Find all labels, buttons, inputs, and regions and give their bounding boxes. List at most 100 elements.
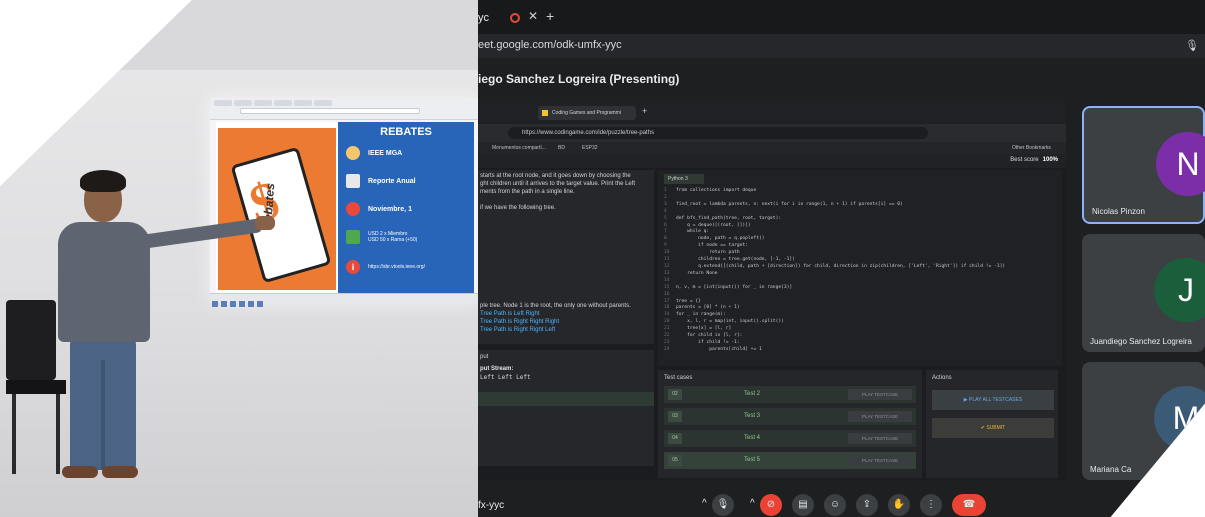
test-case-number: 02 bbox=[668, 389, 682, 400]
presenter bbox=[50, 170, 275, 490]
browser-tabstrip: yc ✕ + bbox=[478, 0, 1205, 34]
close-tab-icon[interactable]: ✕ bbox=[528, 9, 538, 23]
submit-label: SUBMIT bbox=[986, 425, 1006, 431]
test-case-number: 05 bbox=[668, 455, 682, 466]
output-panel: put put Stream: Left Left Left bbox=[478, 350, 654, 466]
participant-name: Mariana Ca bbox=[1090, 465, 1132, 474]
output-label: put bbox=[480, 354, 489, 360]
code-line: 2 bbox=[664, 194, 667, 200]
test-case-number: 03 bbox=[668, 411, 682, 422]
language-tab: Python 3 bbox=[664, 174, 704, 184]
shoe bbox=[102, 466, 138, 478]
money-icon bbox=[346, 230, 360, 244]
participant-tile[interactable]: J Juandiego Sanchez Logreira bbox=[1082, 234, 1205, 352]
test-case-name: Test 5 bbox=[744, 457, 761, 463]
bookmarks-bar: Monumentos compartí... BD ESP32 Other Bo… bbox=[478, 142, 1066, 154]
code-line: 4 bbox=[664, 208, 667, 214]
code-line: 22 for child in [l, r]: bbox=[664, 333, 743, 339]
info-icon: i bbox=[346, 260, 360, 274]
actions-title: Actions bbox=[932, 375, 952, 381]
code-line: 3 find_root = lambda parents, n: next(i f… bbox=[664, 201, 903, 207]
slide-row: IEEE MGA bbox=[346, 146, 402, 160]
code-line: 1 from collections import deque bbox=[664, 188, 757, 193]
test-case-number: 04 bbox=[668, 433, 682, 444]
presenter-legs bbox=[70, 340, 136, 470]
output-value: Left Left Left bbox=[480, 374, 531, 381]
camera-off-button[interactable]: ⊘ bbox=[760, 494, 782, 516]
code-editor: Python 3 1 from collections import deque 2… bbox=[658, 170, 1062, 366]
code-line: 15 n, v, m = [int(input()) for _ in range… bbox=[664, 284, 793, 290]
play-testcase-button: PLAY TESTCASE bbox=[848, 389, 912, 400]
play-testcase-button: PLAY TESTCASE bbox=[848, 433, 912, 444]
slide-row: Noviembre, 1 bbox=[346, 202, 412, 216]
shared-tabbar: Coding Games and Programmi + bbox=[478, 100, 1066, 124]
code-line: 16 bbox=[664, 291, 670, 297]
report-icon bbox=[346, 174, 360, 188]
play-all-testcases-button: ▶ PLAY ALL TESTCASES bbox=[932, 390, 1054, 410]
statement-line: Tree Path is Left Right bbox=[480, 311, 540, 317]
bookmark-item: Monumentos compartí... bbox=[492, 145, 546, 151]
code-line: 21 tree[x] = [l, r] bbox=[664, 326, 732, 332]
hang-up-button[interactable]: ☎ bbox=[952, 494, 986, 516]
code-line: 12 q.extend([(child, path + [direction])… bbox=[664, 263, 1006, 269]
projected-browser-chrome bbox=[210, 98, 480, 120]
test-case-row: 02 Test 2 PLAY TESTCASE bbox=[664, 386, 916, 403]
presenter-title: iego Sanchez Logreira (Presenting) bbox=[478, 72, 680, 86]
meet-tab[interactable]: yc bbox=[478, 12, 489, 24]
participant-tile[interactable]: M Mariana Ca bbox=[1082, 362, 1205, 480]
code-line: 14 bbox=[664, 277, 670, 283]
statement-line: Tree Path is Right Right Left bbox=[480, 327, 556, 333]
composite-image: $ Rebates REBATES IEEE MGA Reporte Anual bbox=[0, 0, 1205, 517]
code-line: 23 if child != -1: bbox=[664, 339, 740, 345]
slide-title: REBATES bbox=[380, 126, 432, 138]
rebates-sign: $ Rebates bbox=[230, 146, 332, 284]
shared-screen: Coding Games and Programmi + https://www… bbox=[478, 100, 1066, 480]
presenter-hand bbox=[255, 216, 275, 230]
raise-hand-button[interactable]: ✋ bbox=[888, 494, 910, 516]
present-screen-button[interactable]: ⇪ bbox=[856, 494, 878, 516]
projector-screen: $ Rebates REBATES IEEE MGA Reporte Anual bbox=[210, 98, 480, 307]
new-tab-icon[interactable]: + bbox=[546, 8, 554, 24]
test-case-row: 04 Test 4 PLAY TESTCASE bbox=[664, 430, 916, 447]
statement-line: starts at the root node, and it goes dow… bbox=[480, 173, 631, 179]
chevron-up-icon[interactable]: ^ bbox=[702, 498, 707, 509]
slide-row: i https://sbr.vtools.ieee.org/ bbox=[346, 260, 425, 274]
emoji-button[interactable]: ☺ bbox=[824, 494, 846, 516]
test-case-name: Test 3 bbox=[744, 413, 761, 419]
code-line: 5 def bfs_find_path(tree, root, target): bbox=[664, 215, 782, 221]
output-status-bar bbox=[478, 392, 654, 406]
presenter-photo: $ Rebates REBATES IEEE MGA Reporte Anual bbox=[0, 0, 480, 517]
participant-tile[interactable]: N Nicolas Pinzon bbox=[1082, 106, 1205, 224]
play-testcase-button: PLAY TESTCASE bbox=[848, 455, 912, 466]
code-line: 11 children = tree.get(node, [-1, -1]) bbox=[664, 257, 795, 263]
play-testcase-button: PLAY TESTCASE bbox=[848, 411, 912, 422]
code-line: 24 parents[child] += 1 bbox=[664, 346, 762, 352]
slide-row: Reporte Anual bbox=[346, 174, 416, 188]
participant-name: Nicolas Pinzon bbox=[1092, 207, 1145, 216]
actions-panel: Actions ▶ PLAY ALL TESTCASES ✔ SUBMIT bbox=[926, 370, 1058, 478]
participant-name: Juandiego Sanchez Logreira bbox=[1090, 337, 1192, 346]
chevron-up-icon[interactable]: ^ bbox=[750, 498, 755, 509]
microphone-button[interactable]: 🎙 bbox=[712, 494, 734, 516]
test-case-name: Test 4 bbox=[744, 435, 761, 441]
slide-row-text: IEEE MGA bbox=[368, 149, 403, 157]
statement-line: ments from the path in a single line. bbox=[480, 189, 575, 195]
code-line: 13 return None bbox=[664, 270, 718, 276]
statement-line: Tree Path is Right Right Right bbox=[480, 319, 560, 325]
microphone-indicator-icon: 🎙 bbox=[1185, 40, 1199, 52]
address-url[interactable]: eet.google.com/odk-umfx-yyc bbox=[478, 39, 622, 51]
statement-line: ple tree. Node 1 is the root, the only o… bbox=[480, 303, 631, 309]
slide-row-line2: USD 50 x Rama (+50) bbox=[368, 237, 418, 243]
ide-header bbox=[478, 154, 1066, 168]
bookmark-item: Other Bookmarks bbox=[1012, 145, 1051, 151]
more-options-button[interactable]: ⋮ bbox=[920, 494, 942, 516]
ceiling bbox=[0, 0, 480, 70]
recording-icon bbox=[510, 13, 520, 23]
statement-line: if we have the following tree. bbox=[480, 205, 556, 211]
presenter-hair bbox=[80, 170, 126, 192]
slide-orange-panel: $ Rebates bbox=[218, 128, 336, 290]
slide: $ Rebates REBATES IEEE MGA Reporte Anual bbox=[216, 122, 474, 294]
bookmark-item: BD bbox=[558, 145, 565, 151]
test-cases-panel: Test cases 02 Test 2 PLAY TESTCASE 03 Te… bbox=[658, 370, 922, 478]
captions-button[interactable]: ▤ bbox=[792, 494, 814, 516]
